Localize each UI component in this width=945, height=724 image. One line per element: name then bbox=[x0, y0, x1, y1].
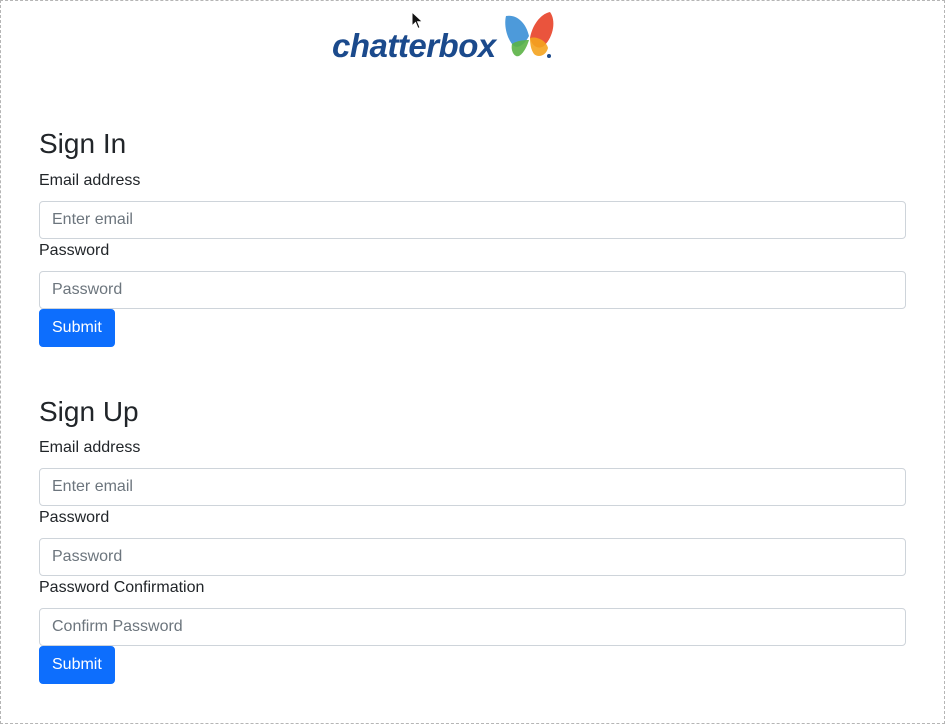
sign-up-title: Sign Up bbox=[39, 396, 139, 427]
sign-up-email-input[interactable] bbox=[39, 468, 906, 506]
logo-wordmark: chatterbox bbox=[332, 27, 496, 64]
sign-up-email-label: Email address bbox=[39, 439, 141, 456]
sign-up-password-label: Password bbox=[39, 509, 110, 526]
sign-up-confirm-password-input[interactable] bbox=[39, 608, 906, 646]
sign-up-password-input[interactable] bbox=[39, 538, 906, 576]
sign-in-password-label: Password bbox=[39, 242, 110, 259]
sign-in-password-input[interactable] bbox=[39, 271, 906, 309]
sign-in-submit-button[interactable]: Submit bbox=[39, 309, 115, 347]
sign-in-email-input[interactable] bbox=[39, 201, 906, 239]
mouse-cursor-icon bbox=[411, 11, 424, 30]
sign-in-email-label: Email address bbox=[39, 172, 141, 189]
butterfly-icon bbox=[505, 12, 554, 58]
chatterbox-logo: chatterbox bbox=[330, 10, 560, 70]
sign-in-title: Sign In bbox=[39, 128, 127, 159]
sign-up-confirm-label: Password Confirmation bbox=[39, 579, 205, 596]
sign-up-submit-button[interactable]: Submit bbox=[39, 646, 115, 684]
